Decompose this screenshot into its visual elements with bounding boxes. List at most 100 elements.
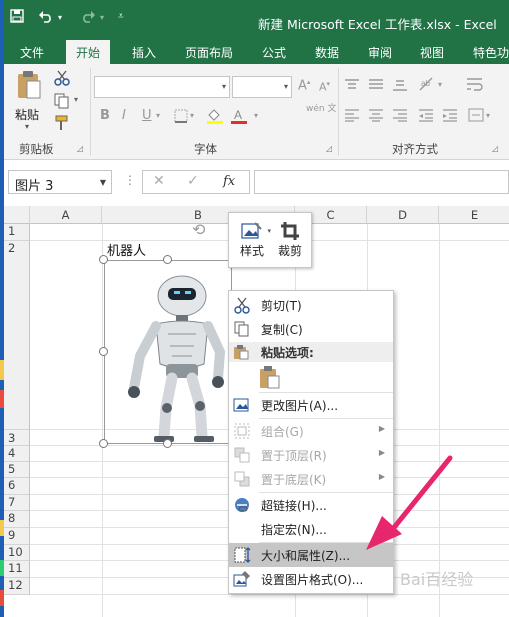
- align-top-icon[interactable]: [344, 78, 360, 96]
- tab-page-layout[interactable]: 页面布局: [185, 44, 233, 61]
- rotate-handle-icon[interactable]: ⟲: [192, 220, 205, 239]
- row-header-2[interactable]: 2: [4, 241, 30, 430]
- grow-font-icon[interactable]: A▴: [298, 78, 310, 93]
- tab-home[interactable]: 开始: [66, 40, 111, 64]
- robot-picture[interactable]: ⟲: [99, 220, 232, 448]
- row-header-6[interactable]: 6: [4, 478, 30, 495]
- font-size-combo[interactable]: ▾: [232, 76, 292, 98]
- row-header-8[interactable]: 8: [4, 511, 30, 528]
- italic-icon[interactable]: I: [122, 108, 126, 123]
- tab-file[interactable]: 文件: [20, 44, 44, 61]
- phonetic-icon[interactable]: wén 文: [306, 104, 336, 114]
- underline-icon[interactable]: U: [142, 108, 152, 123]
- customize-icon[interactable]: ⩡: [118, 11, 124, 22]
- row-header-3[interactable]: 3: [4, 430, 30, 446]
- bold-icon[interactable]: B: [100, 108, 110, 123]
- merge-center-icon[interactable]: [468, 108, 484, 126]
- tab-view[interactable]: 视图: [420, 44, 444, 61]
- decrease-indent-icon[interactable]: [418, 108, 434, 126]
- increase-indent-icon[interactable]: [442, 108, 458, 126]
- chevron-down-icon[interactable]: ▾: [486, 111, 490, 120]
- cancel-icon[interactable]: ✕: [153, 173, 165, 189]
- paste-option-button[interactable]: [259, 365, 281, 389]
- tab-insert[interactable]: 插入: [132, 44, 156, 61]
- wrap-text-icon[interactable]: [466, 76, 484, 96]
- menu-item-group[interactable]: 组合(G) ▶: [229, 419, 393, 443]
- crop-button[interactable]: 裁剪: [271, 217, 309, 263]
- column-header-d[interactable]: D: [367, 206, 439, 224]
- format-painter-icon[interactable]: [54, 115, 70, 135]
- resize-handle[interactable]: [99, 347, 108, 356]
- row-header-9[interactable]: 9: [4, 528, 30, 545]
- shrink-font-icon[interactable]: A▾: [319, 80, 330, 94]
- column-header-e[interactable]: E: [439, 206, 509, 224]
- tab-data[interactable]: 数据: [315, 44, 339, 61]
- clipboard-launcher-icon[interactable]: ◿: [77, 144, 83, 153]
- chevron-down-icon[interactable]: ▾: [438, 80, 442, 89]
- paste-button[interactable]: 粘贴 ▾: [12, 68, 46, 134]
- menu-item-assign-macro[interactable]: 指定宏(N)...: [229, 517, 393, 541]
- column-header-a[interactable]: A: [30, 206, 102, 224]
- align-middle-icon[interactable]: [368, 78, 384, 96]
- copy-dropdown-icon[interactable]: ▾: [74, 95, 78, 104]
- undo-icon[interactable]: [38, 9, 54, 27]
- alignment-group-label: 对齐方式: [392, 142, 438, 156]
- menu-item-send-back[interactable]: 置于底层(K) ▶: [229, 467, 393, 491]
- row-header-5[interactable]: 5: [4, 462, 30, 478]
- align-right-icon[interactable]: [392, 108, 408, 126]
- undo-dropdown-icon[interactable]: ▾: [58, 13, 62, 22]
- paste-label: 粘贴: [15, 108, 40, 122]
- resize-handle[interactable]: [163, 255, 172, 264]
- row-header-4[interactable]: 4: [4, 446, 30, 462]
- alignment-launcher-icon[interactable]: ◿: [492, 144, 498, 153]
- align-center-icon[interactable]: [368, 108, 384, 126]
- resize-handle[interactable]: [163, 439, 172, 448]
- menu-item-label: 更改图片(A)...: [261, 399, 339, 413]
- tab-special[interactable]: 特色功: [473, 44, 509, 61]
- context-menu: 剪切(T) 复制(C) 粘贴选项: 更改图片(A)... 组合(G) ▶ 置于顶…: [228, 290, 394, 594]
- menu-item-hyperlink[interactable]: 超链接(H)...: [229, 493, 393, 517]
- paste-icon: [259, 366, 281, 392]
- chevron-down-icon[interactable]: ▾: [156, 111, 160, 120]
- menu-item-copy[interactable]: 复制(C): [229, 317, 393, 341]
- row-header-7[interactable]: 7: [4, 495, 30, 511]
- send-back-icon: [233, 470, 251, 488]
- align-bottom-icon[interactable]: [392, 78, 408, 96]
- cell-b2[interactable]: 机器人: [107, 240, 146, 259]
- row-header-11[interactable]: 11: [4, 561, 30, 578]
- picture-style-button[interactable]: ▾ 样式: [233, 217, 271, 263]
- menu-item-bring-front[interactable]: 置于顶层(R) ▶: [229, 443, 393, 467]
- resize-handle[interactable]: [99, 255, 108, 264]
- menu-item-size-properties[interactable]: 大小和属性(Z)...: [229, 543, 393, 567]
- insert-function-icon[interactable]: fx: [223, 174, 235, 189]
- fill-color-icon[interactable]: [206, 107, 224, 129]
- redo-icon[interactable]: [80, 9, 96, 27]
- align-left-icon[interactable]: [344, 108, 360, 126]
- menu-item-cut[interactable]: 剪切(T): [229, 293, 393, 317]
- save-icon[interactable]: [10, 9, 24, 27]
- chevron-down-icon[interactable]: ▼: [100, 178, 106, 187]
- font-name-combo[interactable]: ▾: [94, 76, 230, 98]
- chevron-down-icon[interactable]: ▾: [190, 111, 194, 120]
- copy-icon[interactable]: [54, 93, 70, 113]
- select-all-corner[interactable]: [4, 206, 30, 224]
- tab-formulas[interactable]: 公式: [262, 44, 286, 61]
- redo-dropdown-icon[interactable]: ▾: [100, 13, 104, 22]
- font-launcher-icon[interactable]: ◿: [326, 144, 332, 153]
- formula-input[interactable]: [254, 170, 509, 194]
- resize-handle[interactable]: [99, 439, 108, 448]
- chevron-down-icon[interactable]: ▾: [254, 111, 258, 120]
- font-color-icon[interactable]: A: [230, 107, 248, 129]
- paste-icon: [233, 344, 249, 363]
- border-icon[interactable]: [174, 109, 188, 127]
- cut-icon[interactable]: [54, 70, 70, 90]
- orientation-icon[interactable]: ab: [418, 76, 438, 96]
- menu-item-change-picture[interactable]: 更改图片(A)...: [229, 393, 393, 417]
- row-header-10[interactable]: 10: [4, 545, 30, 561]
- enter-icon[interactable]: ✓: [187, 173, 199, 189]
- menu-item-format-picture[interactable]: 设置图片格式(O)...: [229, 567, 393, 591]
- tab-review[interactable]: 审阅: [368, 44, 392, 61]
- row-header-1[interactable]: 1: [4, 224, 30, 241]
- name-box[interactable]: 图片 3 ▼: [8, 170, 112, 194]
- row-header-12[interactable]: 12: [4, 578, 30, 595]
